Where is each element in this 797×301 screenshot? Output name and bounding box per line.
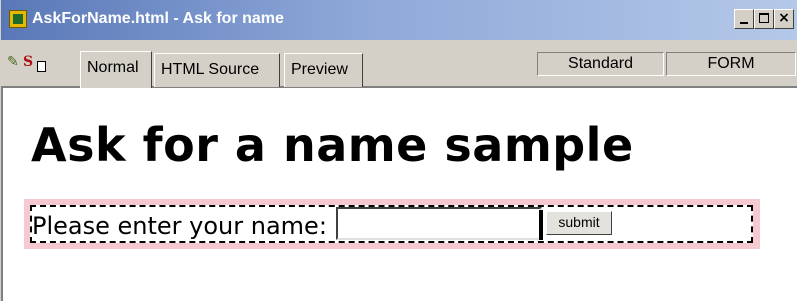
close-icon: × (778, 10, 790, 26)
minimize-icon (740, 22, 748, 24)
title-bar[interactable]: AskForName.html - Ask for name × (1, 0, 797, 40)
close-button[interactable]: × (774, 9, 794, 29)
pencil-icon[interactable]: ✎ (7, 54, 19, 70)
s-icon[interactable]: S (23, 54, 33, 70)
submit-button[interactable]: submit (546, 211, 612, 235)
content-left-border (1, 88, 15, 301)
status-mode: Standard (537, 52, 664, 76)
tab-html-source[interactable]: HTML Source (154, 53, 280, 87)
name-input[interactable] (336, 207, 542, 240)
app-document-icon (9, 10, 27, 28)
editor-window: AskForName.html - Ask for name × ✎ S Nor… (0, 0, 797, 301)
maximize-button[interactable] (754, 9, 774, 29)
tab-normal[interactable]: Normal (80, 51, 152, 88)
minimize-button[interactable] (734, 9, 754, 29)
status-element: FORM (666, 52, 796, 76)
text-cursor (539, 210, 543, 240)
name-prompt-label: Please enter your name: (32, 212, 327, 240)
window-title: AskForName.html - Ask for name (32, 10, 284, 27)
tab-preview[interactable]: Preview (284, 53, 363, 87)
page-heading[interactable]: Ask for a name sample (31, 118, 634, 172)
maximize-icon (759, 13, 769, 23)
document-icon[interactable] (37, 61, 46, 72)
